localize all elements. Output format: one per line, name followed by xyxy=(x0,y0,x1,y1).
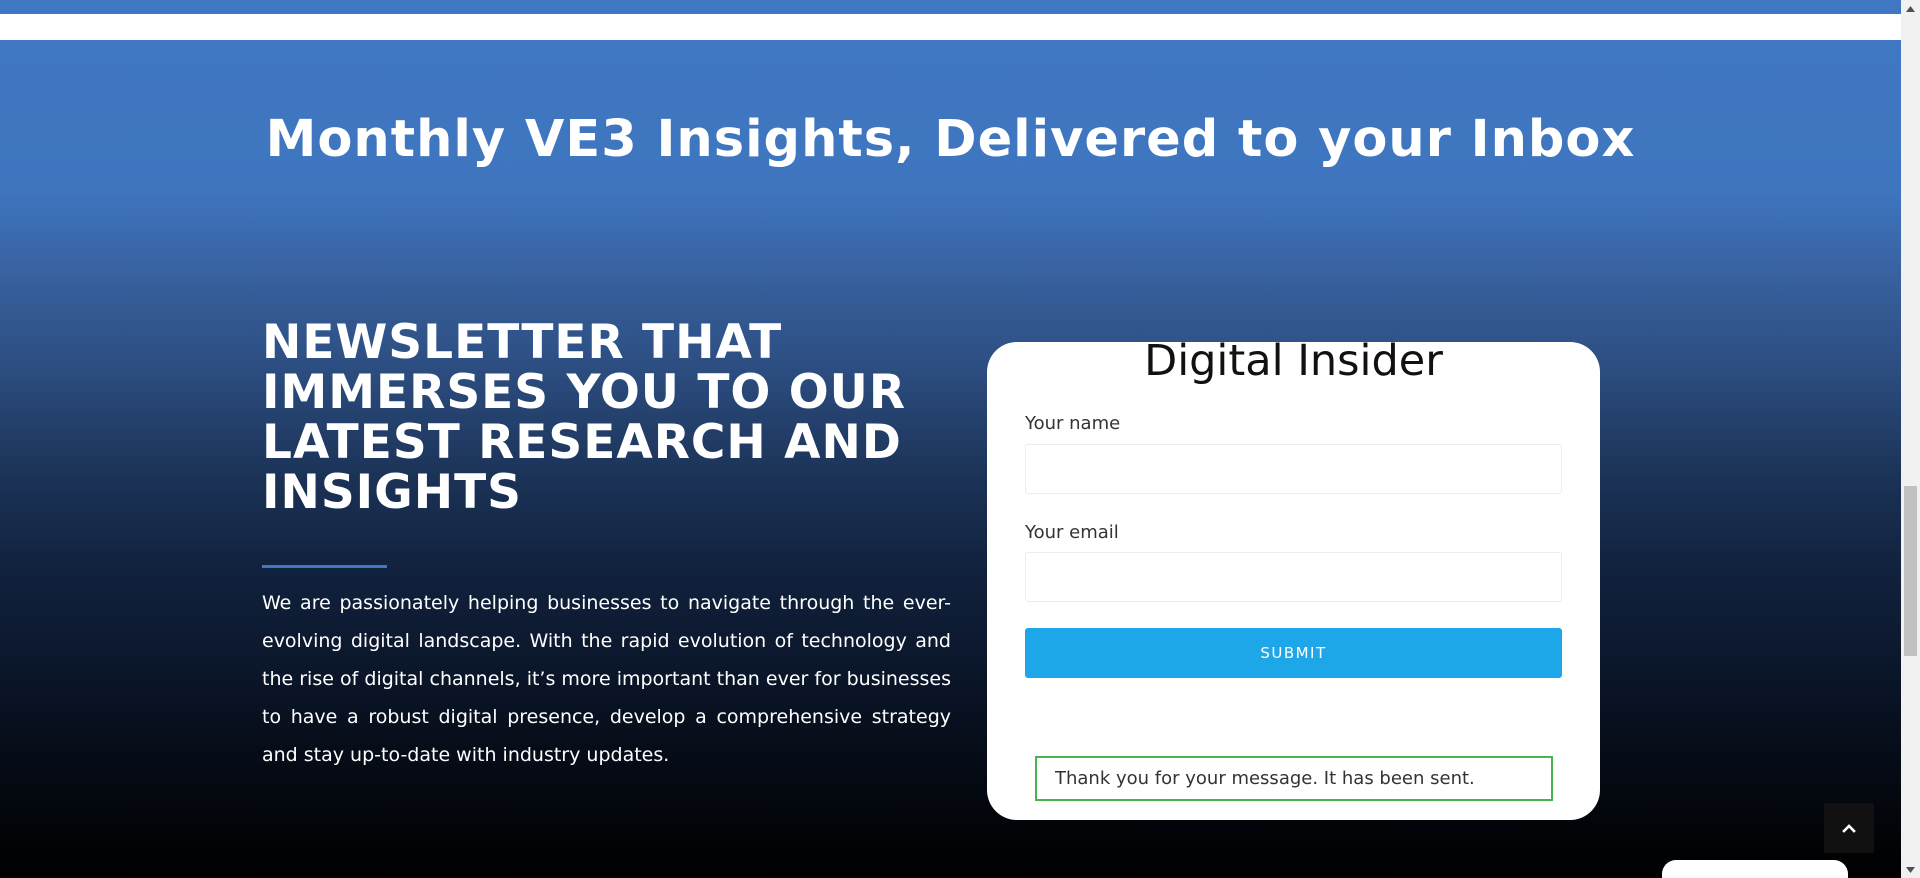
heading-line: IMMERSES YOU TO OUR xyxy=(262,365,907,420)
name-input[interactable] xyxy=(1025,444,1562,494)
heading-line: INSIGHTS xyxy=(262,465,522,520)
chevron-up-icon xyxy=(1842,824,1856,833)
newsletter-section: Monthly VE3 Insights, Delivered to your … xyxy=(0,40,1901,878)
white-separator xyxy=(0,14,1901,40)
form-response-message: Thank you for your message. It has been … xyxy=(1035,756,1553,801)
top-blue-strip xyxy=(0,0,1901,14)
submit-button[interactable]: SUBMIT xyxy=(1025,628,1562,678)
heading-line: NEWSLETTER THAT xyxy=(262,315,783,370)
newsletter-description: We are passionately helping businesses t… xyxy=(262,592,951,766)
newsletter-heading: NEWSLETTER THAT IMMERSES YOU TO OUR LATE… xyxy=(262,318,942,518)
heading-line: LATEST RESEARCH AND xyxy=(262,415,902,470)
newsletter-intro: NEWSLETTER THAT IMMERSES YOU TO OUR LATE… xyxy=(262,318,952,774)
vertical-scrollbar[interactable] xyxy=(1901,0,1920,878)
scrollbar-thumb[interactable] xyxy=(1904,486,1917,656)
scroll-up-arrow-icon[interactable] xyxy=(1901,0,1920,17)
scroll-down-arrow-icon[interactable] xyxy=(1901,861,1920,878)
email-label: Your email xyxy=(1025,522,1119,543)
heading-divider xyxy=(262,565,387,568)
scroll-to-top-button[interactable] xyxy=(1824,803,1874,853)
corner-widget[interactable] xyxy=(1662,860,1848,878)
form-title: Digital Insider xyxy=(1144,336,1443,386)
page: Monthly VE3 Insights, Delivered to your … xyxy=(0,0,1920,878)
section-title: Monthly VE3 Insights, Delivered to your … xyxy=(265,110,1636,169)
name-label: Your name xyxy=(1025,413,1121,434)
subscribe-form: Digital Insider Your name Your email SUB… xyxy=(987,336,1600,820)
email-input[interactable] xyxy=(1025,552,1562,602)
